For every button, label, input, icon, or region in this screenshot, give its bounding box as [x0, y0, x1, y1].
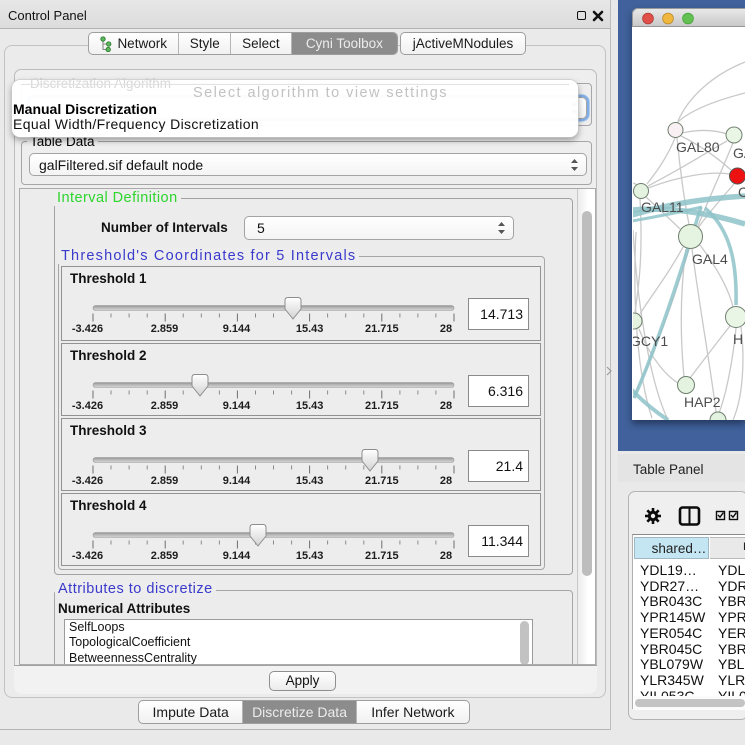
svg-text:15.43: 15.43 — [296, 400, 324, 412]
svg-text:21.715: 21.715 — [365, 400, 399, 412]
svg-text:2.859: 2.859 — [151, 475, 179, 487]
svg-text:-3.426: -3.426 — [72, 475, 103, 487]
svg-text:H: H — [733, 331, 743, 347]
svg-text:9.144: 9.144 — [223, 400, 251, 412]
svg-text:2.859: 2.859 — [151, 550, 179, 562]
svg-text:9.144: 9.144 — [223, 550, 251, 562]
svg-text:GAL11: GAL11 — [641, 199, 684, 215]
svg-text:C: C — [738, 184, 745, 200]
svg-text:GCY1: GCY1 — [633, 333, 668, 349]
svg-text:9.144: 9.144 — [223, 475, 251, 487]
svg-text:GA: GA — [733, 145, 745, 161]
svg-text:-3.426: -3.426 — [72, 550, 103, 562]
svg-text:28: 28 — [440, 475, 452, 487]
svg-text:15.43: 15.43 — [296, 550, 324, 562]
svg-text:GAL4: GAL4 — [692, 251, 728, 267]
svg-text:15.43: 15.43 — [296, 323, 324, 335]
svg-text:15.43: 15.43 — [296, 475, 324, 487]
svg-text:2.859: 2.859 — [151, 400, 179, 412]
svg-text:28: 28 — [440, 323, 452, 335]
svg-text:HAP2: HAP2 — [684, 394, 721, 410]
svg-text:9.144: 9.144 — [223, 323, 251, 335]
svg-text:21.715: 21.715 — [365, 550, 399, 562]
svg-text:2.859: 2.859 — [151, 323, 179, 335]
svg-text:GAL80: GAL80 — [676, 139, 720, 155]
svg-text:28: 28 — [440, 550, 452, 562]
svg-text:-3.426: -3.426 — [72, 323, 103, 335]
svg-text:21.715: 21.715 — [365, 475, 399, 487]
svg-text:21.715: 21.715 — [365, 323, 399, 335]
svg-text:-3.426: -3.426 — [72, 400, 103, 412]
svg-text:28: 28 — [440, 400, 452, 412]
